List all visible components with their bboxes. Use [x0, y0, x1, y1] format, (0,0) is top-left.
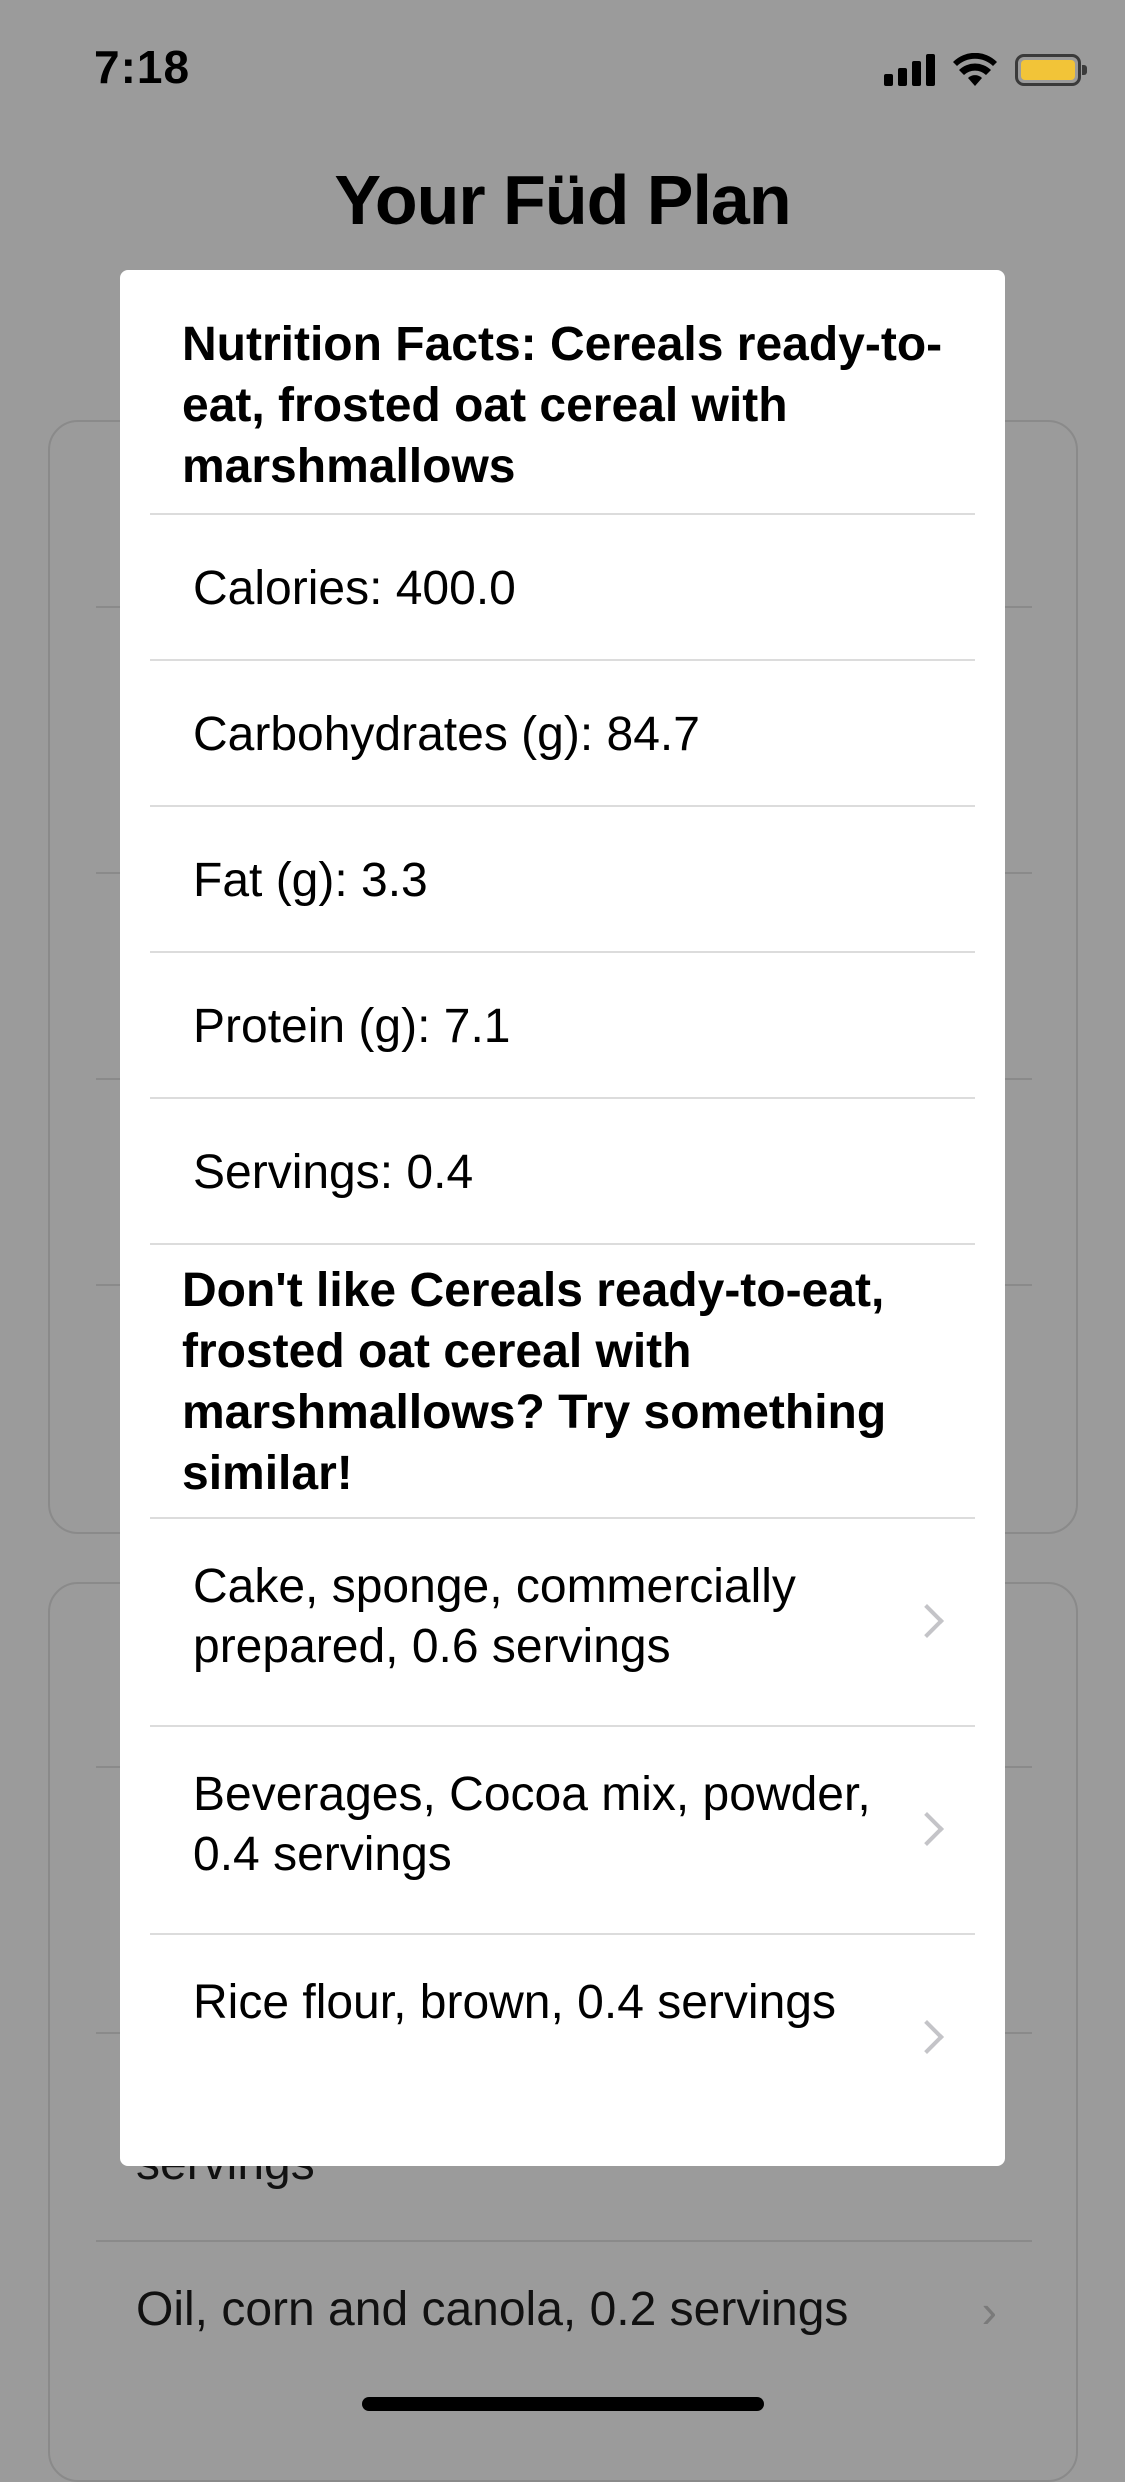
- fact-servings: Servings: 0.4: [193, 1146, 474, 1199]
- nutrition-facts-title: Nutrition Facts: Cereals ready-to-eat, f…: [182, 318, 943, 493]
- status-icons: [884, 50, 1087, 90]
- battery-icon: [1015, 54, 1087, 86]
- suggestion-label: Cake, sponge, commercially prepared, 0.6…: [193, 1560, 796, 1673]
- row-divider: [150, 951, 975, 953]
- row-divider: [150, 1243, 975, 1245]
- chevron-right-icon: [910, 1812, 944, 1846]
- row-divider: [150, 659, 975, 661]
- suggestion-row[interactable]: Cake, sponge, commercially prepared, 0.6…: [150, 1519, 975, 1725]
- list-divider: [96, 2240, 1032, 2242]
- status-bar: 7:18: [0, 0, 1125, 140]
- signal-icon: [884, 54, 935, 86]
- chevron-right-icon: [910, 1604, 944, 1638]
- row-divider: [150, 1097, 975, 1099]
- status-time: 7:18: [94, 41, 191, 93]
- fact-protein: Protein (g): 7.1: [193, 1000, 511, 1053]
- fact-carbohydrates: Carbohydrates (g): 84.7: [193, 708, 700, 761]
- nutrition-modal: Nutrition Facts: Cereals ready-to-eat, f…: [120, 270, 1005, 2166]
- fact-calories: Calories: 400.0: [193, 562, 516, 615]
- row-divider: [150, 805, 975, 807]
- chevron-right-icon: ›: [981, 2285, 997, 2337]
- similar-foods-title: Don't like Cereals ready-to-eat, frosted…: [182, 1264, 887, 1500]
- row-divider: [150, 513, 975, 515]
- fact-fat: Fat (g): 3.3: [193, 854, 428, 907]
- suggestion-label: Rice flour, brown, 0.4 servings: [193, 1976, 836, 2029]
- page-title: Your Füd Plan: [334, 161, 791, 239]
- plan-row-label[interactable]: Oil, corn and canola, 0.2 servings: [136, 2282, 848, 2337]
- chevron-right-icon: [910, 2020, 944, 2054]
- home-indicator[interactable]: [362, 2397, 764, 2411]
- wifi-icon: [953, 53, 997, 86]
- suggestion-row[interactable]: Rice flour, brown, 0.4 servings: [150, 1935, 975, 2141]
- suggestion-row[interactable]: Beverages, Cocoa mix, powder, 0.4 servin…: [150, 1727, 975, 1933]
- suggestion-label: Beverages, Cocoa mix, powder, 0.4 servin…: [193, 1768, 871, 1881]
